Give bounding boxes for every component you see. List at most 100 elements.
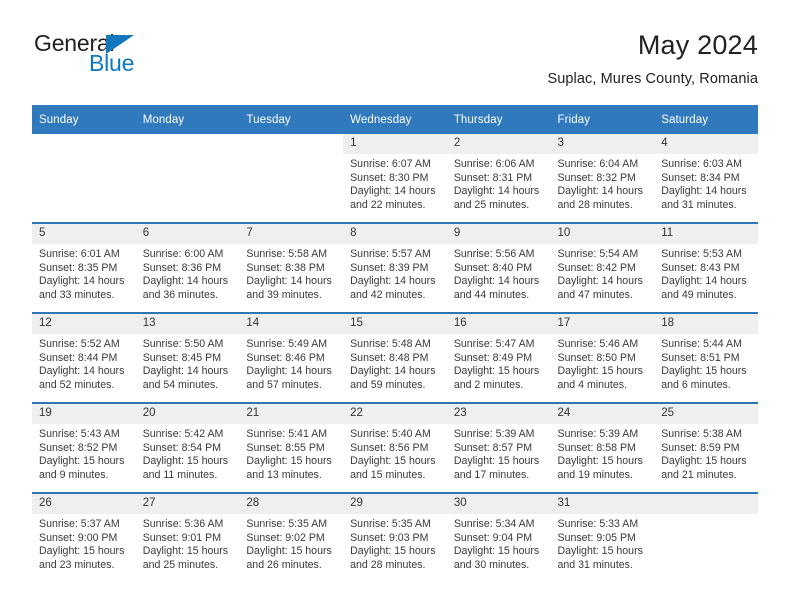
day-cell-inner: 7 Sunrise: 5:58 AM Sunset: 8:38 PM Daylight… [239, 224, 344, 312]
day-cell-inner: 25 Sunrise: 5:38 AM Sunset: 8:59 PM Dayligh… [654, 404, 758, 492]
day-number: 23 [446, 404, 551, 424]
sunset-text: Sunset: 8:40 PM [453, 261, 533, 274]
sunset-text: Sunset: 8:38 PM [246, 261, 325, 274]
calendar-day-cell[interactable]: 7 Sunrise: 5:58 AM Sunset: 8:38 PM Daylight… [239, 222, 344, 313]
day-cell-inner [32, 134, 136, 222]
day-cell-inner: 17 Sunrise: 5:46 AM Sunset: 8:50 PM Dayligh… [550, 314, 655, 402]
sunset-text: Sunset: 8:59 PM [661, 441, 740, 454]
calendar-day-cell[interactable]: 12 Sunrise: 5:52 AM Sunset: 8:44 PM Dayligh… [32, 312, 136, 403]
daylight-text: Daylight: 15 hours and 31 minutes. [557, 545, 643, 571]
weekday-header-tuesday: Tuesday [239, 105, 344, 134]
day-cell-inner: 14 Sunrise: 5:49 AM Sunset: 8:46 PM Dayligh… [239, 314, 344, 402]
brand-logo[interactable]: General Blue [32, 28, 232, 90]
day-cell-inner: 16 Sunrise: 5:47 AM Sunset: 8:49 PM Dayligh… [446, 314, 551, 402]
daylight-text: Daylight: 15 hours and 28 minutes. [350, 545, 436, 571]
calendar-day-cell[interactable]: 19 Sunrise: 5:43 AM Sunset: 8:52 PM Dayligh… [32, 402, 136, 493]
day-number: 24 [550, 404, 655, 424]
daylight-text: Daylight: 15 hours and 2 minutes. [453, 365, 540, 391]
daylight-text: Daylight: 14 hours and 44 minutes. [453, 275, 540, 301]
calendar-day-cell[interactable]: 10 Sunrise: 5:54 AM Sunset: 8:42 PM Dayligh… [550, 222, 655, 313]
calendar-day-cell[interactable]: 15 Sunrise: 5:48 AM Sunset: 8:48 PM Dayligh… [343, 312, 447, 403]
sunrise-text: Sunrise: 5:36 AM [142, 518, 224, 530]
calendar-day-cell[interactable]: 9 Sunrise: 5:56 AM Sunset: 8:40 PM Daylight… [446, 222, 551, 313]
sunrise-text: Sunrise: 5:46 AM [557, 338, 639, 350]
calendar-day-cell[interactable]: 5 Sunrise: 6:01 AM Sunset: 8:35 PM Daylight… [32, 222, 136, 313]
sunrise-text: Sunrise: 5:43 AM [39, 428, 120, 440]
calendar-day-cell[interactable]: 27 Sunrise: 5:36 AM Sunset: 9:01 PM Dayligh… [135, 492, 240, 582]
day-number: 16 [446, 314, 551, 334]
day-number [239, 134, 344, 154]
sunset-text: Sunset: 9:02 PM [246, 531, 325, 544]
day-cell-inner: 12 Sunrise: 5:52 AM Sunset: 8:44 PM Dayligh… [32, 314, 136, 402]
daylight-text: Daylight: 14 hours and 54 minutes. [142, 365, 229, 391]
calendar-day-cell[interactable]: 3 Sunrise: 6:04 AM Sunset: 8:32 PM Daylight… [550, 134, 655, 223]
sunrise-text: Sunrise: 5:57 AM [350, 248, 431, 260]
day-sun-info: Sunrise: 5:39 AM Sunset: 8:57 PM Daylight:… [447, 424, 551, 482]
calendar-day-cell[interactable]: 24 Sunrise: 5:39 AM Sunset: 8:58 PM Dayligh… [550, 402, 655, 493]
calendar-empty-cell [654, 492, 758, 582]
sunset-text: Sunset: 8:58 PM [557, 441, 636, 454]
calendar-day-cell[interactable]: 6 Sunrise: 6:00 AM Sunset: 8:36 PM Daylight… [135, 222, 240, 313]
calendar-day-cell[interactable]: 29 Sunrise: 5:35 AM Sunset: 9:03 PM Dayligh… [343, 492, 447, 582]
day-sun-info: Sunrise: 6:01 AM Sunset: 8:35 PM Daylight:… [32, 244, 136, 302]
calendar-day-cell[interactable]: 30 Sunrise: 5:34 AM Sunset: 9:04 PM Dayligh… [446, 492, 551, 582]
day-number: 15 [343, 314, 447, 334]
daylight-text: Daylight: 14 hours and 42 minutes. [350, 275, 436, 301]
calendar-day-cell[interactable]: 13 Sunrise: 5:50 AM Sunset: 8:45 PM Dayligh… [135, 312, 240, 403]
day-sun-info: Sunrise: 5:39 AM Sunset: 8:58 PM Daylight:… [551, 424, 655, 482]
daylight-text: Daylight: 14 hours and 22 minutes. [350, 185, 436, 211]
day-sun-info: Sunrise: 5:34 AM Sunset: 9:04 PM Daylight:… [447, 514, 551, 572]
day-number: 5 [32, 224, 136, 244]
daylight-text: Daylight: 14 hours and 49 minutes. [661, 275, 747, 301]
day-cell-inner: 23 Sunrise: 5:39 AM Sunset: 8:57 PM Dayligh… [446, 404, 551, 492]
calendar-day-cell[interactable]: 11 Sunrise: 5:53 AM Sunset: 8:43 PM Dayligh… [654, 222, 758, 313]
calendar-day-cell[interactable]: 23 Sunrise: 5:39 AM Sunset: 8:57 PM Dayligh… [446, 402, 551, 493]
calendar-day-cell[interactable]: 8 Sunrise: 5:57 AM Sunset: 8:39 PM Daylight… [343, 222, 447, 313]
calendar-day-cell[interactable]: 25 Sunrise: 5:38 AM Sunset: 8:59 PM Dayligh… [654, 402, 758, 493]
calendar-day-cell[interactable]: 18 Sunrise: 5:44 AM Sunset: 8:51 PM Dayligh… [654, 312, 758, 403]
day-number: 3 [550, 134, 655, 154]
calendar-table: Sunday Monday Tuesday Wednesday Thursday Frid… [32, 105, 758, 582]
daylight-text: Daylight: 15 hours and 21 minutes. [661, 455, 747, 481]
calendar-week-row: 19 Sunrise: 5:43 AM Sunset: 8:52 PM Dayligh… [32, 402, 758, 493]
day-sun-info: Sunrise: 5:50 AM Sunset: 8:45 PM Daylight:… [136, 334, 240, 392]
sunrise-text: Sunrise: 6:06 AM [453, 158, 535, 170]
sunrise-text: Sunrise: 5:37 AM [39, 518, 120, 530]
calendar-body: 1 Sunrise: 6:07 AM Sunset: 8:30 PM Daylight… [32, 134, 758, 582]
calendar-day-cell[interactable]: 20 Sunrise: 5:42 AM Sunset: 8:54 PM Dayligh… [135, 402, 240, 493]
calendar-day-cell[interactable]: 4 Sunrise: 6:03 AM Sunset: 8:34 PM Daylight… [654, 134, 758, 223]
sunset-text: Sunset: 9:03 PM [350, 531, 429, 544]
calendar-day-cell[interactable]: 31 Sunrise: 5:33 AM Sunset: 9:05 PM Dayligh… [550, 492, 655, 582]
daylight-text: Daylight: 14 hours and 47 minutes. [557, 275, 643, 301]
calendar-day-cell[interactable]: 1 Sunrise: 6:07 AM Sunset: 8:30 PM Daylight… [343, 134, 447, 223]
page-title: May 2024 [637, 30, 758, 60]
calendar-week-row: 1 Sunrise: 6:07 AM Sunset: 8:30 PM Daylight… [32, 134, 758, 223]
calendar-day-cell[interactable]: 14 Sunrise: 5:49 AM Sunset: 8:46 PM Dayligh… [239, 312, 344, 403]
day-cell-inner: 31 Sunrise: 5:33 AM Sunset: 9:05 PM Dayligh… [550, 494, 655, 582]
calendar-day-cell[interactable]: 17 Sunrise: 5:46 AM Sunset: 8:50 PM Dayligh… [550, 312, 655, 403]
day-sun-info: Sunrise: 5:48 AM Sunset: 8:48 PM Daylight:… [343, 334, 447, 392]
calendar-day-cell[interactable]: 26 Sunrise: 5:37 AM Sunset: 9:00 PM Dayligh… [32, 492, 136, 582]
sunset-text: Sunset: 8:43 PM [661, 261, 740, 274]
sunrise-text: Sunrise: 5:54 AM [557, 248, 639, 260]
calendar-day-cell[interactable]: 28 Sunrise: 5:35 AM Sunset: 9:02 PM Dayligh… [239, 492, 344, 582]
calendar-day-cell[interactable]: 16 Sunrise: 5:47 AM Sunset: 8:49 PM Dayligh… [446, 312, 551, 403]
day-sun-info: Sunrise: 5:54 AM Sunset: 8:42 PM Daylight:… [551, 244, 655, 302]
calendar-empty-cell [32, 134, 136, 223]
day-cell-inner: 1 Sunrise: 6:07 AM Sunset: 8:30 PM Daylight… [343, 134, 447, 222]
page-header: General Blue May 2024 Suplac, Mures Coun… [32, 28, 758, 96]
day-number: 7 [239, 224, 344, 244]
sunset-text: Sunset: 8:31 PM [453, 171, 533, 184]
sunset-text: Sunset: 8:48 PM [350, 351, 429, 364]
sunrise-text: Sunrise: 6:03 AM [661, 158, 742, 170]
day-number: 11 [654, 224, 758, 244]
calendar-day-cell[interactable]: 21 Sunrise: 5:41 AM Sunset: 8:55 PM Dayligh… [239, 402, 344, 493]
sunrise-text: Sunrise: 5:47 AM [453, 338, 535, 350]
sunrise-text: Sunrise: 5:34 AM [453, 518, 535, 530]
day-cell-inner: 24 Sunrise: 5:39 AM Sunset: 8:58 PM Dayligh… [550, 404, 655, 492]
calendar-day-cell[interactable]: 22 Sunrise: 5:40 AM Sunset: 8:56 PM Dayligh… [343, 402, 447, 493]
weekday-header-sunday: Sunday [32, 105, 136, 134]
calendar-page: General Blue May 2024 Suplac, Mures Coun… [0, 0, 792, 612]
day-cell-inner: 11 Sunrise: 5:53 AM Sunset: 8:43 PM Dayligh… [654, 224, 758, 312]
calendar-day-cell[interactable]: 2 Sunrise: 6:06 AM Sunset: 8:31 PM Daylight… [446, 134, 551, 223]
